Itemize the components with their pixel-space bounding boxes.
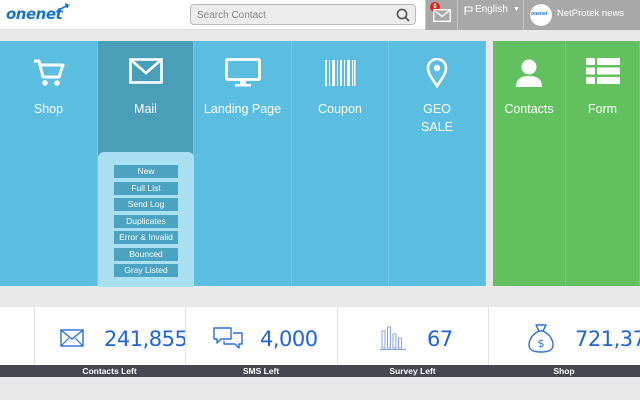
mail-submenu: New Full List Send Log Duplicates Error … xyxy=(98,152,194,287)
tile-form[interactable]: Form xyxy=(566,41,640,286)
tile-geo-sale[interactable]: GEO SALE xyxy=(389,41,486,286)
stat-label: Contacts Left xyxy=(34,365,185,377)
stat-label: Survey Left xyxy=(337,365,488,377)
stat-value: 4,000 xyxy=(260,327,318,351)
stat-sms: 4,000 SMS Left xyxy=(185,307,337,377)
barcode-icon xyxy=(325,60,356,86)
language-label: English xyxy=(475,4,508,15)
dashboard-root: onenet 0 English ▼ xyxy=(0,0,640,400)
avatar: onenet xyxy=(530,4,552,26)
mail-menu-duplicates[interactable]: Duplicates xyxy=(114,215,178,228)
list-icon xyxy=(585,58,620,84)
mail-menu-bounced[interactable]: Bounced xyxy=(114,248,178,261)
user-icon xyxy=(516,59,542,87)
stats-band: 241,855 Contacts Left 4,000 SMS Left 67 … xyxy=(0,307,640,377)
tile-label: Form xyxy=(587,102,618,116)
mail-menu-error-invalid[interactable]: Error & Invalid xyxy=(114,231,178,244)
search-icon[interactable] xyxy=(396,8,410,22)
footer-bar-edge xyxy=(0,365,34,377)
tile-landing-page[interactable]: Landing Page xyxy=(194,41,292,286)
stat-survey: 67 Survey Left xyxy=(337,307,488,377)
envelope-icon xyxy=(128,58,163,84)
account-menu[interactable]: onenet NetProtek news xyxy=(523,0,640,30)
search-input[interactable] xyxy=(197,7,392,23)
chevron-down-icon: ▼ xyxy=(513,6,520,13)
stat-value: 241,855 xyxy=(104,327,188,351)
tile-label: Mail xyxy=(134,102,157,116)
stat-shop: $ 721,377 Shop xyxy=(488,307,640,377)
stat-value: 721,377 xyxy=(575,327,640,351)
mail-menu-new[interactable]: New xyxy=(114,165,178,178)
stat-contacts: 241,855 Contacts Left xyxy=(34,307,188,377)
search-box xyxy=(190,4,416,25)
stat-label: SMS Left xyxy=(185,365,337,377)
mail-menu-send-log[interactable]: Send Log xyxy=(114,198,178,211)
flag-icon xyxy=(464,6,473,15)
tile-label: GEO SALE xyxy=(421,102,453,134)
logo-swoosh-icon xyxy=(56,3,70,12)
mail-menu-full-list[interactable]: Full List xyxy=(114,182,178,195)
shopping-cart-icon xyxy=(33,59,64,86)
notifications-button[interactable]: 0 xyxy=(425,0,457,30)
account-name: NetProtek news xyxy=(557,8,625,19)
mail-menu-gray-listed[interactable]: Gray Listed xyxy=(114,264,178,277)
app-tiles: Shop Mail Landing Page Coupon GEO SALE C… xyxy=(0,41,640,287)
chat-bubbles-icon xyxy=(213,327,243,349)
map-pin-icon xyxy=(426,58,448,88)
money-bag-icon: $ xyxy=(528,324,554,353)
tile-label: Coupon xyxy=(318,102,362,116)
tile-shop[interactable]: Shop xyxy=(0,41,98,286)
monitor-icon xyxy=(224,58,261,87)
stat-label: Shop xyxy=(488,365,640,377)
brand-logo[interactable]: onenet xyxy=(6,3,70,25)
tile-contacts[interactable]: Contacts xyxy=(493,41,566,286)
bar-chart-icon xyxy=(380,326,406,351)
svg-text:$: $ xyxy=(538,337,545,350)
tile-label: Shop xyxy=(33,102,64,116)
envelope-icon xyxy=(433,9,451,22)
avatar-logo-text: onenet xyxy=(531,11,548,17)
tile-label: Landing Page xyxy=(203,102,282,116)
tile-coupon[interactable]: Coupon xyxy=(292,41,389,286)
top-bar: onenet 0 English ▼ xyxy=(0,0,640,30)
tile-label: Contacts xyxy=(504,102,554,116)
envelope-outline-icon xyxy=(60,329,84,347)
language-selector[interactable]: English ▼ xyxy=(457,0,523,30)
logo-text: onenet xyxy=(6,5,63,23)
stat-value: 67 xyxy=(427,327,453,351)
